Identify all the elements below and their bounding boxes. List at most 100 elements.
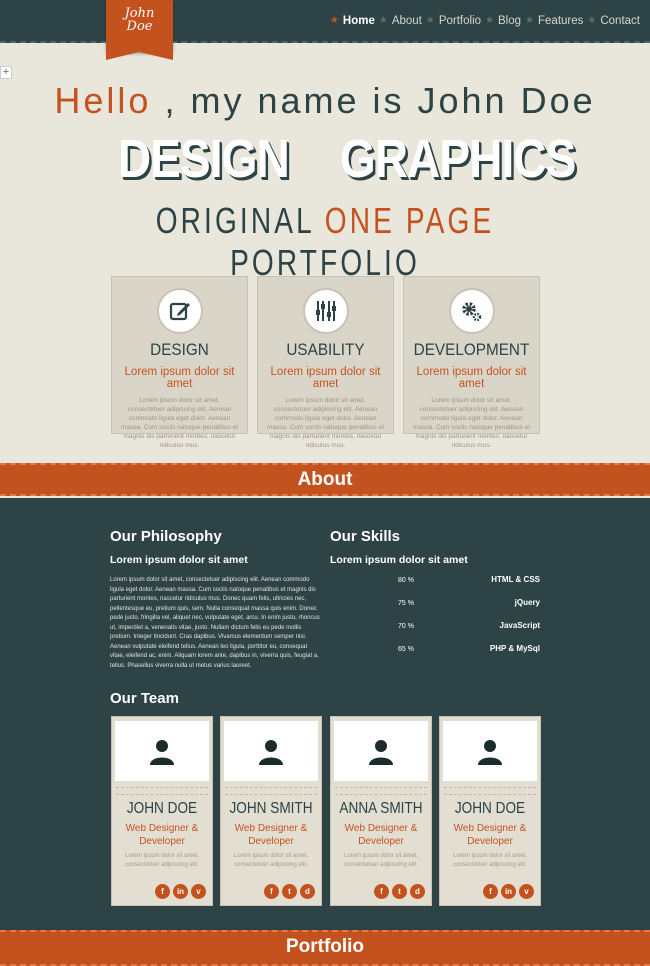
equalizer-icon bbox=[302, 288, 349, 334]
card-divider bbox=[335, 787, 427, 795]
skill-row: 65 % PHP & MySql bbox=[398, 644, 540, 658]
nav-item-home[interactable]: Home bbox=[343, 15, 375, 27]
member-role: Web Designer & Developer bbox=[221, 822, 321, 848]
linkedin-icon[interactable]: in bbox=[173, 884, 188, 899]
separator-star-icon: ★ bbox=[378, 15, 388, 26]
vimeo-icon[interactable]: v bbox=[519, 884, 534, 899]
member-name: JOHN DOE bbox=[126, 800, 198, 817]
social-links: f t d bbox=[374, 884, 425, 899]
main-menu: ★ Home ★ About ★ Portfolio ★ Blog ★ Feat… bbox=[330, 15, 640, 27]
feature-text: Lorem ipsum dolor sit amet, consectetuer… bbox=[120, 397, 239, 449]
feature-subtitle: Lorem ipsum dolor sit amet bbox=[270, 366, 381, 390]
about-heading: About bbox=[297, 469, 353, 490]
site-logo[interactable]: John Doe bbox=[106, 0, 173, 60]
hero-word-design: DESIGN bbox=[118, 129, 290, 189]
tagline-part-2: ONE PAGE bbox=[324, 200, 495, 241]
member-role-line2: Developer bbox=[139, 836, 185, 847]
skill-row: 70 % JavaScript bbox=[398, 621, 540, 635]
separator-star-icon: ★ bbox=[485, 15, 494, 26]
member-name: JOHN SMITH bbox=[229, 800, 313, 817]
nav-item-features[interactable]: Features bbox=[538, 15, 583, 27]
feature-card-development: DEVELOPMENT Lorem ipsum dolor sit amet L… bbox=[403, 276, 540, 449]
member-role: Web Designer & Developer bbox=[440, 822, 540, 848]
feature-text: Lorem ipsum dolor sit amet, consectetuer… bbox=[412, 397, 531, 449]
gear-icon bbox=[448, 288, 495, 334]
team-title: Our Team bbox=[110, 690, 179, 707]
member-text: Lorem ipsum dolor sit amet, consectetuer… bbox=[124, 853, 200, 868]
feature-card-design: DESIGN Lorem ipsum dolor sit amet Lorem … bbox=[111, 276, 248, 449]
member-text: Lorem ipsum dolor sit amet, consectetuer… bbox=[233, 853, 309, 868]
social-links: f t d bbox=[264, 884, 315, 899]
nav-item-blog[interactable]: Blog bbox=[498, 15, 521, 27]
avatar bbox=[224, 721, 318, 781]
member-role-line2: Developer bbox=[248, 836, 294, 847]
linkedin-icon[interactable]: in bbox=[501, 884, 516, 899]
member-role-line1: Web Designer & bbox=[453, 823, 527, 834]
tagline-part-1: ORIGINAL bbox=[155, 200, 314, 241]
nav-item-contact[interactable]: Contact bbox=[600, 15, 640, 27]
social-links: f in v bbox=[155, 884, 206, 899]
member-text: Lorem ipsum dolor sit amet, consectetuer… bbox=[343, 853, 419, 868]
member-name: JOHN DOE bbox=[454, 800, 526, 817]
skill-name: JavaScript bbox=[499, 621, 540, 630]
avatar bbox=[115, 721, 209, 781]
feature-subtitle: Lorem ipsum dolor sit amet bbox=[124, 366, 235, 390]
edit-icon bbox=[156, 288, 203, 334]
skill-percent: 80 % bbox=[398, 577, 414, 584]
person-silhouette-icon bbox=[150, 740, 174, 765]
separator-star-icon: ★ bbox=[525, 15, 534, 26]
feature-card-usability: USABILITY Lorem ipsum dolor sit amet Lor… bbox=[257, 276, 394, 449]
active-star-icon: ★ bbox=[329, 15, 339, 26]
twitter-icon[interactable]: t bbox=[282, 884, 297, 899]
member-role: Web Designer & Developer bbox=[331, 822, 431, 848]
feature-text: Lorem ipsum dolor sit amet, consectetuer… bbox=[266, 397, 385, 449]
member-role-line1: Web Designer & bbox=[125, 823, 199, 834]
person-silhouette-icon bbox=[369, 740, 393, 765]
skill-name: jQuery bbox=[514, 598, 540, 607]
social-links: f in v bbox=[483, 884, 534, 899]
card-divider bbox=[225, 787, 317, 795]
twitter-icon[interactable]: t bbox=[392, 884, 407, 899]
skill-percent: 65 % bbox=[398, 646, 414, 653]
facebook-icon[interactable]: f bbox=[155, 884, 170, 899]
hero-greeting: Hello , my name is John Doe bbox=[0, 80, 650, 122]
philosophy-subtitle: Lorem ipsum dolor sit amet bbox=[110, 554, 248, 566]
facebook-icon[interactable]: f bbox=[483, 884, 498, 899]
card-divider bbox=[116, 787, 208, 795]
skill-name: PHP & MySql bbox=[489, 644, 540, 653]
skill-row: 75 % jQuery bbox=[398, 598, 540, 612]
member-name: ANNA SMITH bbox=[339, 800, 423, 817]
member-role: Web Designer & Developer bbox=[112, 822, 212, 848]
team-member-card: ANNA SMITH Web Designer & Developer Lorem… bbox=[330, 716, 432, 906]
portfolio-section-band: Portfolio bbox=[0, 930, 650, 966]
separator-star-icon: ★ bbox=[425, 15, 435, 26]
nav-item-about[interactable]: About bbox=[392, 15, 422, 27]
skill-name: HTML & CSS bbox=[491, 575, 540, 584]
avatar bbox=[334, 721, 428, 781]
feature-title: DEVELOPMENT bbox=[413, 340, 530, 359]
member-text: Lorem ipsum dolor sit amet, consectetuer… bbox=[452, 853, 528, 868]
philosophy-text: Lorem ipsum dolor sit amet, consectetuer… bbox=[110, 577, 320, 669]
facebook-icon[interactable]: f bbox=[374, 884, 389, 899]
team-member-card: JOHN DOE Web Designer & Developer Lorem i… bbox=[439, 716, 541, 906]
dribbble-icon[interactable]: d bbox=[300, 884, 315, 899]
avatar bbox=[443, 721, 537, 781]
nav-item-portfolio[interactable]: Portfolio bbox=[439, 15, 481, 27]
person-silhouette-icon bbox=[478, 740, 502, 765]
skills-subtitle: Lorem ipsum dolor sit amet bbox=[330, 554, 468, 566]
vimeo-icon[interactable]: v bbox=[191, 884, 206, 899]
facebook-icon[interactable]: f bbox=[264, 884, 279, 899]
member-role-line2: Developer bbox=[467, 836, 513, 847]
team-member-card: JOHN SMITH Web Designer & Developer Lorem… bbox=[220, 716, 322, 906]
skill-percent: 70 % bbox=[398, 623, 414, 630]
feature-title: DESIGN bbox=[150, 340, 209, 359]
hero-tagline: ORIGINAL ONE PAGE PORTFOLIO bbox=[72, 200, 579, 284]
person-silhouette-icon bbox=[259, 740, 283, 765]
member-role-line2: Developer bbox=[358, 836, 404, 847]
dribbble-icon[interactable]: d bbox=[410, 884, 425, 899]
member-role-line1: Web Designer & bbox=[344, 823, 418, 834]
logo-line2: Doe bbox=[126, 19, 153, 34]
expand-plus-icon[interactable]: + bbox=[0, 66, 12, 79]
top-navbar: John Doe ★ Home ★ About ★ Portfolio ★ Bl… bbox=[0, 0, 650, 60]
skill-percent: 75 % bbox=[398, 600, 414, 607]
